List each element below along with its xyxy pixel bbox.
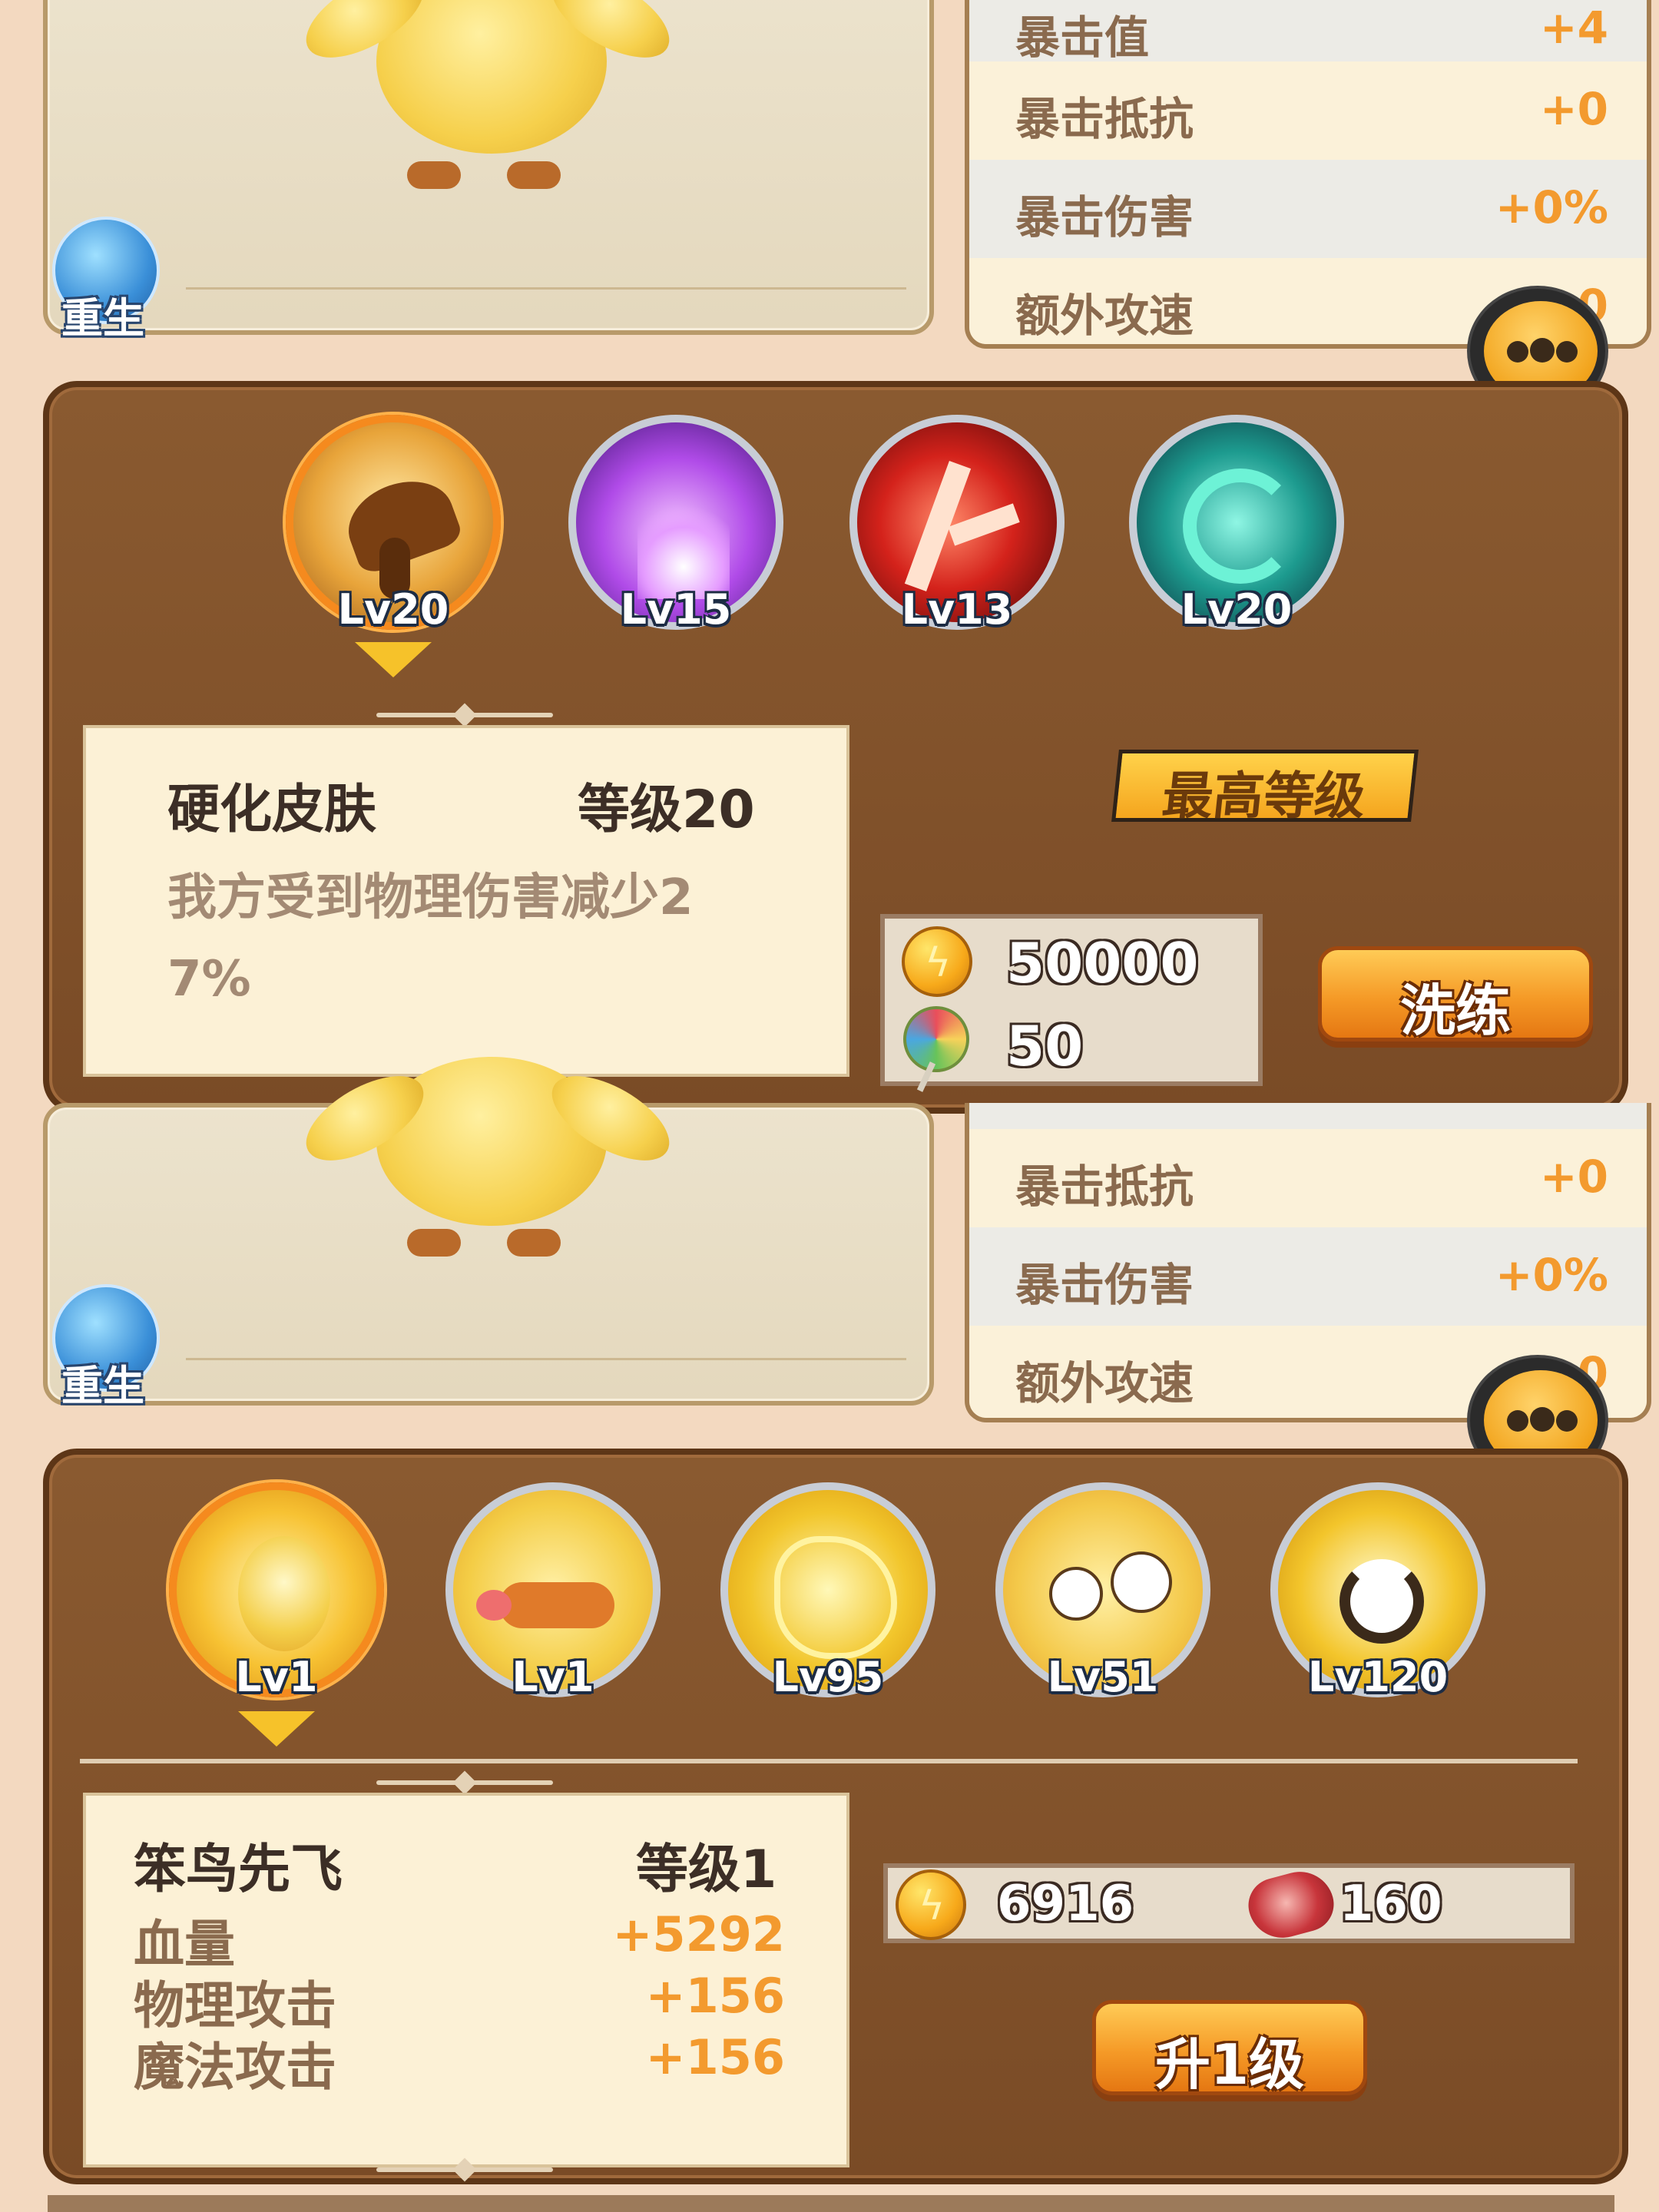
duck-glow-icon bbox=[238, 1536, 330, 1651]
skill-icon-1[interactable]: Lv1 bbox=[169, 1482, 384, 1701]
skill-icon-2[interactable]: Lv15 bbox=[568, 415, 783, 634]
skill-description-line1: 我方受到物理伤害减少2 bbox=[167, 869, 694, 926]
selected-indicator-arrow bbox=[355, 642, 432, 677]
skill-detail-box: 笨鸟先飞 等级1 血量 +5292 物理攻击 +156 魔法攻击 +156 bbox=[83, 1793, 849, 2167]
gold-coin-icon: ϟ bbox=[902, 926, 972, 997]
bottom-panel-edge bbox=[48, 2195, 1614, 2212]
duck-face-icon bbox=[499, 1582, 614, 1628]
refine-button[interactable]: 洗练 bbox=[1318, 946, 1593, 1043]
skill-level: 等级1 bbox=[636, 1839, 777, 1900]
meat-cost: 160 bbox=[1339, 1876, 1442, 1932]
attribute-value: +156 bbox=[645, 1968, 785, 2024]
gold-coin-icon: ϟ bbox=[896, 1869, 966, 1940]
skill-icon-1[interactable]: Lv20 bbox=[286, 415, 501, 634]
gold-cost: 6916 bbox=[997, 1876, 1134, 1932]
attribute-value: +156 bbox=[645, 2029, 785, 2085]
skill-icon-2[interactable]: Lv1 bbox=[445, 1482, 661, 1701]
cost-box: ϟ 50000 50 bbox=[880, 914, 1263, 1092]
candy-cost: 50 bbox=[1006, 1014, 1084, 1078]
yellow-burst-icon bbox=[1339, 1559, 1424, 1644]
stat-row: 暴击抵抗 +0 bbox=[969, 61, 1647, 160]
skill-detail-box: 硬化皮肤 等级20 我方受到物理伤害减少2 7% bbox=[83, 725, 849, 1077]
meat-icon bbox=[1242, 1864, 1340, 1945]
yellow-lightning-icon bbox=[774, 1536, 897, 1659]
attribute-name: 魔法攻击 bbox=[134, 2038, 336, 2097]
skill-icon-3[interactable]: Lv95 bbox=[720, 1482, 935, 1701]
divider-line bbox=[80, 1759, 1578, 1763]
lollipop-icon bbox=[903, 1006, 969, 1072]
skill-description-line2: 7% bbox=[167, 951, 251, 1008]
gold-cost: 50000 bbox=[1006, 931, 1199, 995]
duck-character-image bbox=[292, 0, 691, 200]
skill-name: 笨鸟先飞 bbox=[134, 1839, 343, 1900]
skill-name: 硬化皮肤 bbox=[167, 780, 377, 840]
max-level-badge: 最高等级 bbox=[1111, 750, 1419, 826]
duck-character-image bbox=[292, 1057, 691, 1272]
attribute-value: +5292 bbox=[612, 1906, 785, 1962]
rebirth-button[interactable]: 重生 bbox=[52, 1284, 160, 1410]
skill-icon-3[interactable]: Lv13 bbox=[849, 415, 1065, 634]
cyan-arrows-icon bbox=[1183, 469, 1298, 584]
purple-flame-icon bbox=[637, 492, 730, 599]
rebirth-button[interactable]: 重生 bbox=[52, 217, 160, 343]
stat-row: 暴击抵抗 +0 bbox=[969, 1129, 1647, 1227]
stat-row: 暴击伤害 +0% bbox=[969, 1227, 1647, 1326]
skill-icon-5[interactable]: Lv120 bbox=[1270, 1482, 1485, 1701]
duck-eyes-icon bbox=[1049, 1567, 1103, 1621]
level-up-button[interactable]: 升1级 bbox=[1092, 2000, 1367, 2097]
selected-indicator-arrow bbox=[238, 1711, 315, 1747]
skill-icon-4[interactable]: Lv20 bbox=[1129, 415, 1344, 634]
skill-icon-4[interactable]: Lv51 bbox=[995, 1482, 1210, 1701]
cost-box: ϟ 6916 160 bbox=[883, 1863, 1575, 1945]
stat-row: 暴击伤害 +0% bbox=[969, 160, 1647, 258]
skill-level: 等级20 bbox=[578, 780, 755, 840]
